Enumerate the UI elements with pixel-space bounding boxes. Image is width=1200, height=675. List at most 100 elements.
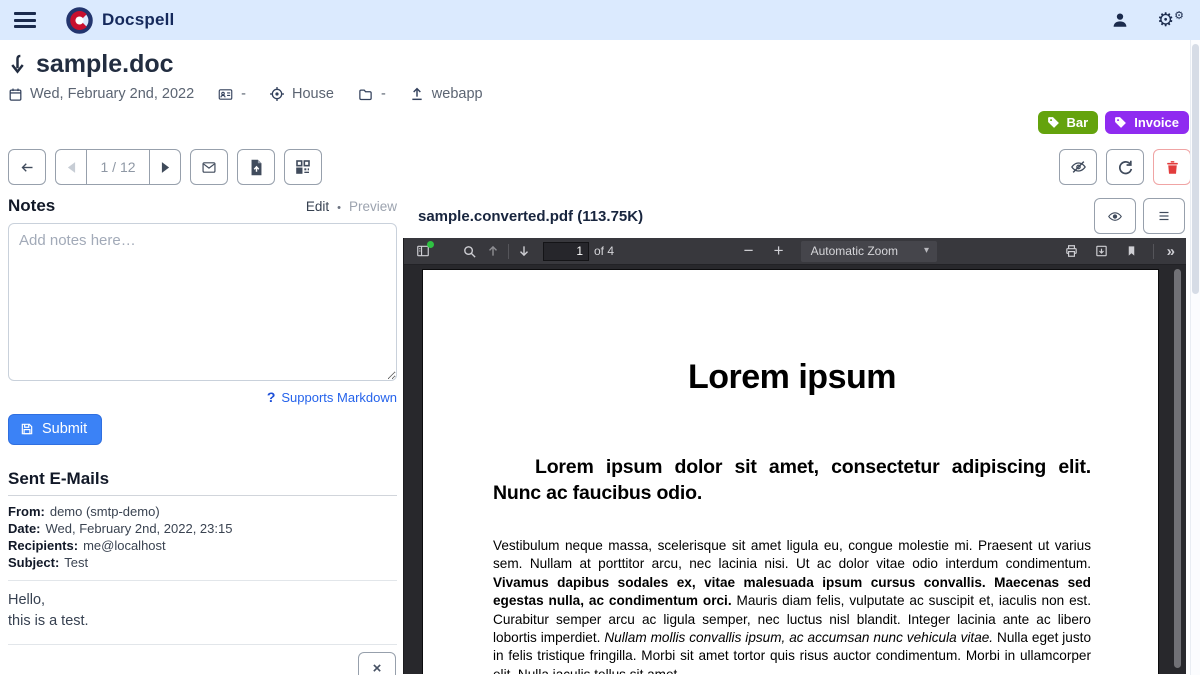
pdf-print-button[interactable] [1060,240,1084,262]
tag-bar[interactable]: Bar [1038,111,1099,134]
reprocess-button[interactable] [1106,149,1144,185]
download-arrow-icon[interactable] [8,54,27,75]
settings-gears-icon[interactable]: ⚙⚙ [1157,11,1184,30]
pdf-canvas[interactable]: Lorem ipsum Lorem ipsum dolor sit amet, … [404,265,1186,674]
pdf-text-normal: Vestibulum neque massa, scelerisque sit … [493,538,1091,571]
delete-button[interactable] [1153,149,1191,185]
close-email-button[interactable]: × [358,652,396,675]
back-button[interactable] [8,149,46,185]
pdf-doc-title: Lorem ipsum [493,358,1091,397]
pdf-page-number-input[interactable] [543,242,589,261]
concerning-crosshair-icon [269,86,285,102]
unconfirm-button[interactable] [1059,149,1097,185]
email-header-fields: From:demo (smtp-demo) Date: Wed, February… [8,496,397,581]
hamburger-menu-icon[interactable] [14,12,36,28]
user-account-icon[interactable] [1111,11,1129,29]
email-recipients-label: Recipients: [8,538,78,553]
notes-tab-preview[interactable]: Preview [349,199,397,214]
add-file-button[interactable] [237,149,275,185]
attachment-menu-button[interactable] [1143,198,1185,234]
qr-code-icon [295,159,311,175]
left-pane: Notes Edit • Preview ? Supports Markdown… [0,194,403,674]
zoom-out-button[interactable]: − [737,241,761,261]
notes-header: Notes Edit • Preview [8,196,397,216]
sidebar-toggle-button[interactable] [411,240,435,262]
printer-icon [1064,244,1079,258]
next-page-button[interactable] [150,150,180,184]
notes-heading: Notes [8,196,55,216]
qr-code-button[interactable] [284,149,322,185]
tag-icon [1047,116,1060,129]
trash-icon [1165,159,1180,176]
prev-page-button[interactable] [56,150,86,184]
menu-lines-icon [1157,210,1171,222]
supports-markdown-link[interactable]: Supports Markdown [281,390,397,405]
correspondent-value[interactable]: - [241,86,246,102]
zoom-level-select[interactable]: Automatic Zoom ▾ [801,241,937,262]
close-x-icon: × [373,660,382,675]
email-date-value: Wed, February 2nd, 2022, 23:15 [46,521,233,536]
view-mode-button[interactable] [1094,198,1136,234]
page-scrollbar[interactable] [1190,40,1200,675]
tab-separator-dot: • [337,202,341,214]
email-recipients-value: me@localhost [83,538,166,553]
pdf-viewer: of 4 − + Automatic Zoom ▾ [403,238,1186,674]
sidebar-notification-dot [427,241,434,248]
source-value: webapp [432,86,483,102]
attachment-header: sample.converted.pdf (113.75K) [403,194,1186,238]
file-upload-icon [249,159,264,176]
brand[interactable]: Docspell [66,7,174,34]
pdf-search-button[interactable] [457,240,481,262]
email-from-row: From:demo (smtp-demo) [8,503,397,520]
refresh-icon [1117,159,1134,176]
help-question-icon[interactable]: ? [267,389,276,405]
email-from-label: From: [8,504,45,519]
notes-tabs: Edit • Preview [306,199,397,214]
document-header: sample.doc Wed, February 2nd, 2022 - Hou… [0,40,1200,134]
tag-invoice[interactable]: Invoice [1105,111,1189,134]
pdf-download-button[interactable] [1090,240,1114,262]
pdf-bookmark-button[interactable] [1120,240,1144,262]
eye-icon [1106,209,1124,224]
tag-icon [1114,116,1127,129]
pdf-page-down-button[interactable] [512,240,536,262]
pdf-toolbar-right: » [1060,240,1179,262]
document-title: sample.doc [36,50,174,79]
document-title-row: sample.doc [8,50,1190,79]
concerning-value[interactable]: House [292,86,334,102]
email-date-label: Date: [8,521,41,536]
toolbar-right [1059,149,1191,185]
attachment-filename: sample.converted.pdf (113.75K) [418,208,643,225]
attachment-pager: 1 / 12 [55,149,181,185]
notes-tab-edit[interactable]: Edit [306,199,329,214]
tag-label: Bar [1067,115,1089,130]
page-scrollbar-thumb[interactable] [1192,44,1199,294]
email-subject-label: Subject: [8,555,59,570]
pdf-page-up-button[interactable] [481,240,505,262]
folder-value[interactable]: - [381,86,386,102]
submit-notes-button[interactable]: Submit [8,414,102,445]
correspondent-card-icon [217,87,234,102]
docspell-logo-icon [66,7,93,34]
notes-input[interactable] [8,223,397,381]
page-indicator: 1 / 12 [86,150,150,184]
pdf-more-tools-button[interactable]: » [1163,243,1179,260]
email-date-row: Date: Wed, February 2nd, 2022, 23:15 [8,520,397,537]
navbar-right: ⚙⚙ [1111,11,1188,30]
folder-icon [357,87,374,102]
pdf-scrollbar-thumb[interactable] [1174,269,1181,668]
tags-row: Bar Invoice [8,111,1190,134]
pdf-text-italic: Nullam mollis convallis ipsum, ac accums… [604,630,993,645]
email-body-line: this is a test. [8,611,397,632]
pdf-page-count: of 4 [594,244,614,258]
zoom-level-value: Automatic Zoom [811,244,898,258]
markdown-hint-row: ? Supports Markdown [8,389,397,405]
brand-name: Docspell [102,10,174,30]
pdf-doc-subtitle: Lorem ipsum dolor sit amet, consectetur … [493,454,1091,506]
zoom-in-button[interactable]: + [767,241,791,261]
item-toolbar: 1 / 12 [0,134,1200,185]
chevron-down-icon: ▾ [924,245,929,256]
email-close-row: × [8,652,397,675]
envelope-icon [200,160,218,175]
send-mail-button[interactable] [190,149,228,185]
